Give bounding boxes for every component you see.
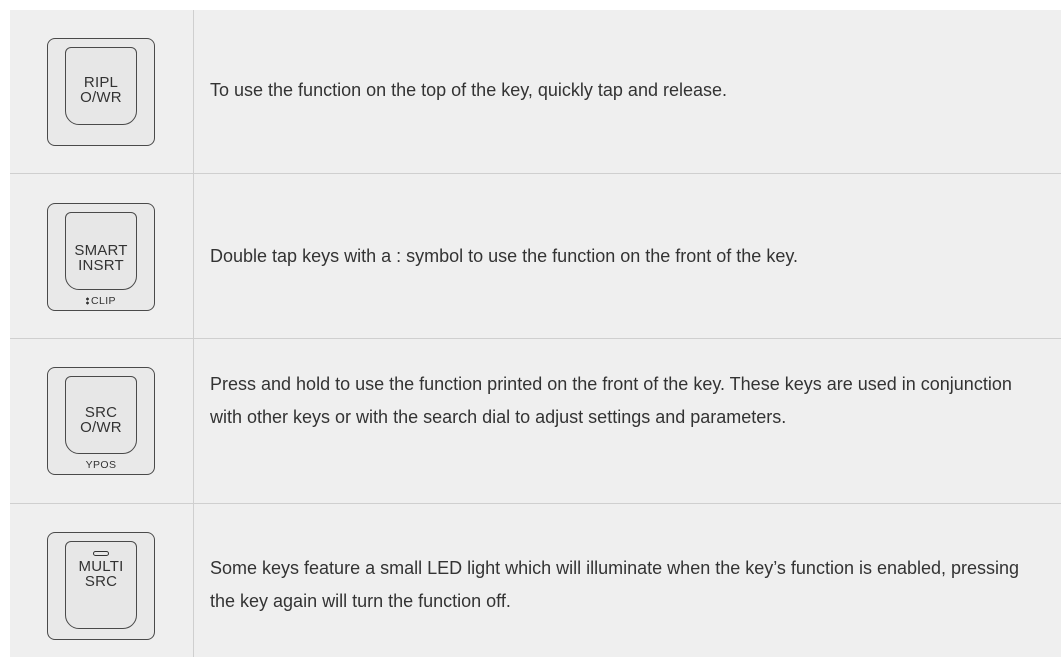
key-cap: MULTI SRC [65,541,137,629]
row-description: Double tap keys with a : symbol to use t… [210,246,798,266]
row-description: Press and hold to use the function print… [210,374,1012,427]
double-tap-dots-icon [86,297,90,306]
key-cap: SMART INSRT [65,212,137,290]
key-illustration-cell: RIPL O/WR [10,10,193,173]
key-cap: RIPL O/WR [65,47,137,125]
row-description: To use the function on the top of the ke… [210,80,727,100]
row-description: Some keys feature a small LED light whic… [210,558,1020,611]
led-light-icon [93,551,109,556]
key-top-label-2: O/WR [80,419,122,436]
key-front-label: YPOS [85,459,117,471]
table-row: RIPL O/WR To use the function on the top… [10,10,1061,173]
key-top-label-2: SRC [84,573,118,590]
key-smart-insrt: SMART INSRT CLIP [47,203,155,311]
table-row: SRC O/WR YPOS Press and hold to use the … [10,339,1061,503]
key-multi-src: MULTI SRC [47,532,155,640]
column-divider [193,10,194,657]
key-front-text: CLIP [91,295,116,307]
key-top-label-2: O/WR [80,89,122,106]
table-row: MULTI SRC Some keys feature a small LED … [10,504,1061,657]
key-front-label: CLIP [48,295,154,307]
key-illustration-cell: SRC O/WR YPOS [10,339,193,503]
key-ripl-owr: RIPL O/WR [47,38,155,146]
key-illustration-cell: MULTI SRC [10,504,193,657]
key-illustration-cell: SMART INSRT CLIP [10,174,193,338]
key-top-label-2: INSRT [78,257,124,274]
key-function-table: RIPL O/WR To use the function on the top… [0,0,1061,657]
table-row: SMART INSRT CLIP Double tap keys with a … [10,174,1061,338]
key-cap: SRC O/WR [65,376,137,454]
key-src-owr: SRC O/WR YPOS [47,367,155,475]
